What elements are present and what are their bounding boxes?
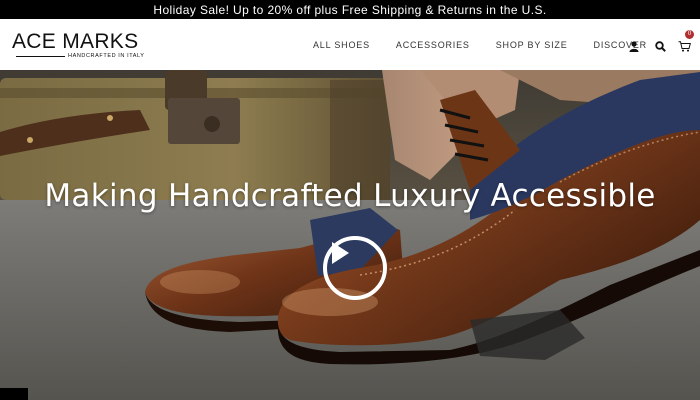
logo-text: ACE MARKS bbox=[12, 30, 139, 53]
play-video-button[interactable] bbox=[323, 236, 387, 300]
cart-count-badge: 0 bbox=[685, 29, 694, 39]
nav-item-all-shoes[interactable]: ALL SHOES bbox=[313, 40, 370, 50]
logo-tagline: HANDCRAFTED IN ITALY bbox=[16, 53, 145, 59]
search-icon[interactable] bbox=[652, 39, 668, 55]
nav-item-accessories[interactable]: ACCESSORIES bbox=[396, 40, 470, 50]
cart-icon bbox=[678, 40, 691, 52]
cart-button[interactable]: 0 bbox=[678, 29, 696, 54]
hero-image bbox=[0, 70, 700, 400]
hero-title: Making Handcrafted Luxury Accessible bbox=[44, 178, 656, 214]
main-nav: ALL SHOES ACCESSORIES SHOP BY SIZE DISCO… bbox=[313, 19, 647, 70]
hero-banner: Making Handcrafted Luxury Accessible bbox=[0, 70, 700, 400]
header-icons: 0 bbox=[626, 19, 696, 70]
site-header: ACE MARKS HANDCRAFTED IN ITALY ALL SHOES… bbox=[0, 19, 700, 70]
nav-item-shop-by-size[interactable]: SHOP BY SIZE bbox=[496, 40, 568, 50]
promo-text: Holiday Sale! Up to 20% off plus Free Sh… bbox=[153, 2, 547, 17]
play-icon bbox=[332, 242, 349, 264]
user-icon[interactable] bbox=[626, 39, 642, 55]
corner-block bbox=[0, 388, 28, 400]
logo[interactable]: ACE MARKS HANDCRAFTED IN ITALY bbox=[12, 31, 145, 60]
promo-bar: Holiday Sale! Up to 20% off plus Free Sh… bbox=[0, 0, 700, 19]
